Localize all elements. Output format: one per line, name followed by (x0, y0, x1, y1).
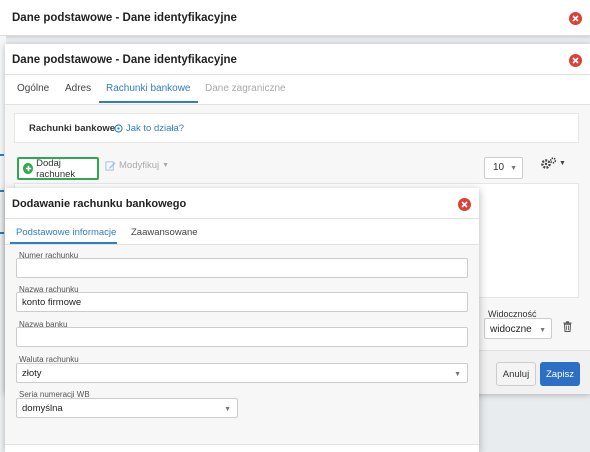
main-tabs: Ogólne Adres Rachunki bankowe Dane zagra… (5, 75, 590, 105)
tab-advanced[interactable]: Zaawansowane (131, 227, 198, 238)
page-size-select[interactable]: 10 ▼ (484, 157, 523, 179)
settings-menu-button[interactable]: ▼ (540, 157, 566, 170)
page-size-value: 10 (493, 162, 505, 173)
tab-ogolne[interactable]: Ogólne (17, 83, 49, 94)
help-link-label: Jak to działa? (126, 123, 185, 134)
edit-icon (105, 161, 116, 171)
dialog-footer (5, 444, 479, 452)
modify-label: Modyfikuj (119, 160, 160, 171)
caret-down-icon: ▼ (539, 327, 546, 334)
add-account-dialog: Dodawanie rachunku bankowego Podstawowe … (5, 188, 479, 452)
numbering-series-value: domyślna (22, 403, 63, 414)
caret-down-icon: ▼ (454, 371, 461, 378)
save-button[interactable]: Zapisz (540, 362, 580, 386)
background-window-title: Dane podstawowe - Dane identyfikacyjne (12, 12, 237, 24)
dialog-active-tab-indicator (10, 242, 117, 244)
modify-button[interactable]: Modyfikuj ▼ (105, 160, 169, 171)
help-link[interactable]: Jak to działa? (114, 123, 184, 134)
main-window-title: Dane podstawowe - Dane identyfikacyjne (12, 54, 237, 66)
side-fragment (0, 232, 4, 234)
caret-down-icon: ▼ (510, 165, 517, 172)
main-close-icon[interactable] (569, 54, 582, 67)
visibility-select[interactable]: widoczne ▼ (484, 318, 552, 339)
tab-rachunki-bankowe[interactable]: Rachunki bankowe (106, 83, 191, 94)
background-window: Dane podstawowe - Dane identyfikacyjne (0, 0, 590, 36)
trash-icon[interactable] (563, 321, 572, 335)
add-account-button[interactable]: Dodaj rachunek (17, 157, 99, 180)
main-window-header: Dane podstawowe - Dane identyfikacyjne (5, 44, 590, 75)
info-circle-icon (114, 124, 123, 133)
tab-dane-zagraniczne[interactable]: Dane zagraniczne (205, 83, 286, 94)
caret-down-icon: ▼ (559, 160, 566, 167)
side-fragment (0, 190, 4, 192)
dialog-title: Dodawanie rachunku bankowego (12, 198, 187, 210)
visibility-value: widoczne (490, 324, 532, 335)
currency-value: złoty (22, 368, 42, 379)
section-header-panel: Rachunki bankowe Jak to działa? (14, 113, 579, 143)
gears-icon (541, 157, 557, 169)
tab-adres[interactable]: Adres (65, 83, 91, 94)
caret-down-icon: ▼ (224, 406, 231, 413)
add-account-label: Dodaj rachunek (36, 157, 76, 180)
tab-basic-info[interactable]: Podstawowe informacje (16, 227, 116, 238)
cancel-button[interactable]: Anuluj (496, 362, 536, 386)
section-label: Rachunki bankowe (29, 123, 116, 134)
background-close-icon[interactable] (569, 12, 582, 25)
side-fragment (0, 154, 4, 156)
account-number-input[interactable] (16, 258, 468, 278)
dialog-close-icon[interactable] (458, 198, 471, 211)
account-name-value: konto firmowe (22, 297, 82, 308)
numbering-series-select[interactable]: domyślna ▼ (16, 398, 238, 418)
active-tab-indicator (99, 101, 198, 103)
dialog-header: Dodawanie rachunku bankowego (5, 188, 479, 219)
account-name-input[interactable]: konto firmowe (16, 292, 468, 312)
currency-select[interactable]: złoty ▼ (16, 363, 468, 383)
bank-name-input[interactable] (16, 327, 468, 347)
caret-down-icon: ▼ (162, 162, 170, 169)
plus-circle-icon (23, 163, 34, 174)
